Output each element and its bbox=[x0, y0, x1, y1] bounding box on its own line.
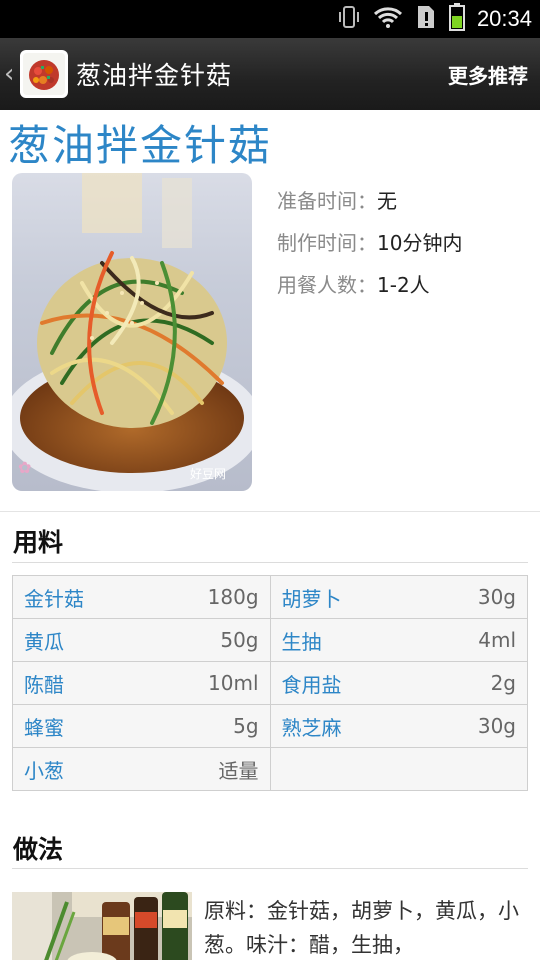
divider bbox=[12, 562, 528, 563]
table-row: 小葱 适量 bbox=[12, 747, 529, 791]
battery-icon bbox=[448, 3, 465, 35]
meta-value: 10分钟内 bbox=[377, 230, 463, 255]
ingredient-cell[interactable]: 黄瓜 50g bbox=[12, 618, 271, 662]
status-bar: 20:34 bbox=[0, 0, 540, 38]
ingredient-cell[interactable]: 小葱 适量 bbox=[12, 747, 271, 791]
ingredient-name: 蜂蜜 bbox=[24, 715, 64, 740]
recipe-content[interactable]: 葱油拌金针菇 ✿ 好豆网 准备时间： 无 制作时间： 10分钟内 用餐人数： 1… bbox=[0, 110, 540, 960]
method-heading: 做法 bbox=[13, 835, 64, 864]
ingredient-name: 金针菇 bbox=[24, 586, 84, 611]
action-bar: ‹ 葱油拌金针菇 更多推荐 bbox=[0, 38, 540, 110]
meta-prep-time: 准备时间： 无 bbox=[277, 178, 462, 220]
wifi-icon bbox=[373, 5, 403, 33]
action-bar-title: 葱油拌金针菇 bbox=[76, 61, 233, 90]
ingredient-cell-empty bbox=[269, 747, 529, 791]
photo-watermark: 好豆网 bbox=[190, 467, 226, 481]
ingredient-name: 生抽 bbox=[281, 629, 322, 654]
status-clock: 20:34 bbox=[476, 6, 532, 31]
recipe-photo[interactable]: ✿ 好豆网 bbox=[12, 173, 252, 491]
ingredient-qty: 30g bbox=[477, 714, 516, 738]
meta-label: 用餐人数： bbox=[277, 272, 377, 297]
ingredient-cell[interactable]: 生抽 4ml bbox=[269, 618, 529, 662]
recipe-meta: 准备时间： 无 制作时间： 10分钟内 用餐人数： 1-2人 bbox=[277, 178, 462, 304]
table-row: 金针菇 180g 胡萝卜 30g bbox=[12, 575, 529, 619]
ingredient-name: 食用盐 bbox=[281, 672, 342, 697]
meta-value: 无 bbox=[377, 188, 397, 213]
ingredient-qty: 适量 bbox=[218, 758, 259, 783]
meta-value: 1-2人 bbox=[377, 272, 430, 297]
recipe-thumbnail[interactable] bbox=[20, 50, 68, 98]
chevron-left-icon[interactable]: ‹ bbox=[4, 59, 20, 89]
step-photo[interactable] bbox=[12, 892, 192, 960]
ingredient-cell[interactable]: 蜂蜜 5g bbox=[12, 704, 271, 748]
table-row: 黄瓜 50g 生抽 4ml bbox=[12, 618, 529, 662]
ingredient-cell[interactable]: 胡萝卜 30g bbox=[269, 575, 529, 619]
meta-label: 准备时间： bbox=[277, 188, 377, 213]
ingredient-name: 陈醋 bbox=[24, 672, 64, 697]
sim-alert-icon bbox=[415, 4, 437, 34]
step-description: 原料：金针菇，胡萝卜，黄瓜，小葱。味汁：醋，生抽， bbox=[204, 899, 519, 957]
svg-text:✿: ✿ bbox=[18, 458, 31, 477]
ingredient-name: 小葱 bbox=[24, 758, 64, 783]
ingredients-heading: 用料 bbox=[13, 528, 64, 557]
vibrate-icon bbox=[337, 4, 361, 34]
ingredient-qty: 10ml bbox=[208, 671, 259, 695]
ingredient-name: 胡萝卜 bbox=[281, 586, 342, 611]
ingredient-cell[interactable]: 食用盐 2g bbox=[269, 661, 529, 705]
ingredient-qty: 30g bbox=[477, 585, 516, 609]
ingredient-cell[interactable]: 金针菇 180g bbox=[12, 575, 271, 619]
ingredient-name: 黄瓜 bbox=[24, 629, 64, 654]
divider bbox=[12, 868, 528, 869]
ingredient-qty: 2g bbox=[490, 671, 516, 695]
meta-label: 制作时间： bbox=[277, 230, 377, 255]
table-row: 蜂蜜 5g 熟芝麻 30g bbox=[12, 704, 529, 748]
ingredient-name: 熟芝麻 bbox=[281, 715, 342, 740]
ingredient-cell[interactable]: 熟芝麻 30g bbox=[269, 704, 529, 748]
ingredient-cell[interactable]: 陈醋 10ml bbox=[12, 661, 271, 705]
ingredients-table: 金针菇 180g 胡萝卜 30g 黄瓜 50g 生抽 4ml 陈醋 10ml 食用盐 2g … bbox=[12, 575, 529, 791]
ingredient-qty: 50g bbox=[220, 628, 259, 652]
divider bbox=[0, 511, 540, 512]
ingredient-qty: 4ml bbox=[478, 628, 516, 652]
meta-cook-time: 制作时间： 10分钟内 bbox=[277, 220, 462, 262]
ingredient-qty: 5g bbox=[233, 714, 259, 738]
ingredient-qty: 180g bbox=[207, 585, 259, 609]
meta-servings: 用餐人数： 1-2人 bbox=[277, 262, 462, 304]
more-recommendations-button[interactable]: 更多推荐 bbox=[448, 60, 528, 89]
table-row: 陈醋 10ml 食用盐 2g bbox=[12, 661, 529, 705]
recipe-title: 葱油拌金针菇 bbox=[8, 121, 273, 170]
